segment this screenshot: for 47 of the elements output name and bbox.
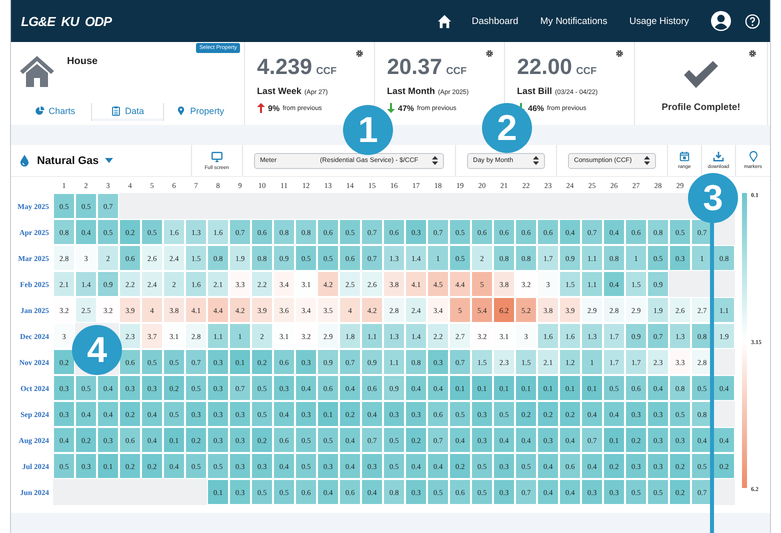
stat-unit: CCF	[446, 66, 467, 77]
gear-icon[interactable]	[748, 49, 757, 58]
sort-arrows-icon	[644, 156, 650, 165]
nav-link[interactable]: Dashboard	[472, 16, 518, 26]
callout-badge: 1	[343, 105, 393, 155]
logo-text: KU	[61, 14, 79, 28]
logo-text: LG&E	[21, 14, 56, 28]
gear-icon[interactable]	[355, 49, 364, 58]
map-pin-icon	[176, 106, 186, 116]
droplet-icon[interactable]	[18, 153, 31, 168]
download-icon	[713, 151, 724, 162]
stat-unit: CCF	[316, 66, 337, 77]
stat-label: Last Month	[387, 86, 435, 96]
utility-name[interactable]: Natural Gas	[37, 154, 99, 166]
sort-arrows-icon	[533, 156, 539, 165]
property-name: House	[67, 56, 98, 67]
stat-unit: CCF	[576, 66, 597, 77]
stat-value: 20.37	[387, 54, 442, 80]
arrow-down-icon	[387, 103, 395, 113]
map-pin-icon	[748, 151, 758, 162]
arrow-up-icon	[257, 103, 265, 113]
gear-icon[interactable]	[615, 49, 624, 58]
calendar-icon	[679, 151, 690, 162]
logo-text: ODP	[84, 14, 112, 28]
profile-status: Profile Complete!	[662, 102, 740, 113]
gear-icon[interactable]	[485, 49, 494, 58]
help-icon[interactable]	[745, 14, 760, 28]
stat-value: 4.239	[257, 54, 312, 80]
property-tab[interactable]: Property	[164, 103, 236, 121]
change-percent: 9%	[268, 104, 280, 112]
pie-chart-icon	[34, 106, 45, 116]
checkmark-icon	[682, 60, 720, 90]
clipboard-icon	[111, 106, 121, 116]
house-icon	[19, 54, 55, 88]
sort-arrows-icon	[432, 156, 438, 165]
stat-label: Last Bill	[517, 86, 552, 96]
caret-icon[interactable]	[104, 158, 113, 163]
change-percent: 47%	[398, 104, 414, 112]
stat-label: Last Week	[257, 86, 302, 96]
user-icon[interactable]	[711, 11, 731, 31]
monitor-icon	[210, 150, 223, 162]
property-tab[interactable]: Data	[92, 103, 164, 121]
change-percent: 46%	[528, 104, 544, 112]
nav-link[interactable]: My Notifications	[540, 16, 608, 26]
stat-value: 22.00	[517, 54, 572, 80]
home-icon[interactable]	[436, 14, 452, 28]
nav-link[interactable]: Usage History	[629, 16, 689, 26]
